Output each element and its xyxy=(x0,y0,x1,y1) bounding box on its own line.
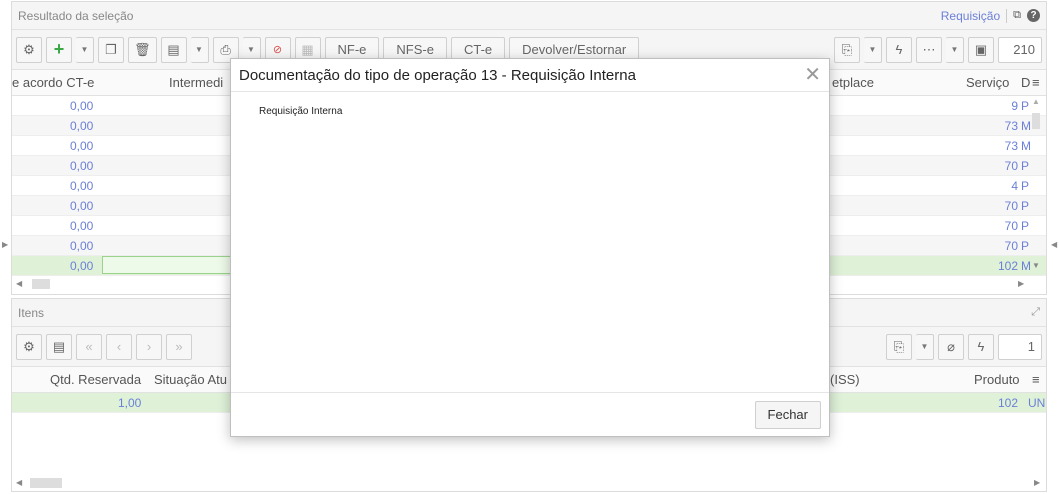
help-icon[interactable]: ? xyxy=(1027,9,1040,22)
scroll-down-arrow-icon[interactable]: ▼ xyxy=(1032,261,1040,270)
list-icon[interactable]: ▤ xyxy=(160,36,187,63)
items-gear-icon[interactable]: ⚙ xyxy=(16,333,42,360)
records-counter[interactable]: 210 xyxy=(998,36,1042,63)
cell-servico: 70 xyxy=(1004,159,1018,173)
selection-result-header: Resultado da seleção Requisição ⧉ ? xyxy=(12,2,1046,30)
cell-d: P xyxy=(1021,199,1030,213)
next-page-icon[interactable]: › xyxy=(136,333,162,360)
column-d[interactable]: D xyxy=(1021,75,1030,90)
items-export-dropdown-chevron-icon[interactable]: ▼ xyxy=(916,333,934,360)
lightning-icon[interactable]: ϟ xyxy=(886,36,912,63)
export-dropdown-chevron-icon[interactable]: ▼ xyxy=(864,36,882,63)
cell-acordo: 0,00 xyxy=(70,99,94,113)
cell-d: P xyxy=(1021,99,1030,113)
vertical-scroll-thumb[interactable] xyxy=(1032,113,1040,129)
scroll-thumb[interactable] xyxy=(32,279,50,289)
export-icon[interactable]: ⎘ xyxy=(834,36,860,63)
cell-acordo: 0,00 xyxy=(70,199,94,213)
left-edge-arrow-icon[interactable]: ▶ xyxy=(2,240,8,249)
app-frame: ▶ ◀ Resultado da seleção Requisição ⧉ ? … xyxy=(0,0,1059,494)
gear-icon[interactable]: ⚙ xyxy=(16,36,42,63)
cell-qtd: 1,00 xyxy=(118,396,142,410)
dialog-header: Documentação do tipo de operação 13 - Re… xyxy=(231,59,829,92)
items-scroll-thumb[interactable] xyxy=(30,478,62,488)
first-page-icon[interactable]: « xyxy=(76,333,102,360)
right-edge-arrow-icon[interactable]: ◀ xyxy=(1051,240,1057,249)
items-lightning-icon[interactable]: ϟ xyxy=(968,333,994,360)
window-icon[interactable]: ⧉ xyxy=(1013,9,1021,22)
dialog-title: Documentação do tipo de operação 13 - Re… xyxy=(239,66,636,84)
last-page-icon[interactable]: » xyxy=(166,333,192,360)
cell-servico: 70 xyxy=(1004,239,1018,253)
column-situacao[interactable]: Situação Atu xyxy=(154,372,227,387)
cell-acordo: 0,00 xyxy=(70,159,94,173)
cell-acordo: 0,00 xyxy=(70,239,94,253)
close-icon[interactable]: ✕ xyxy=(804,65,821,85)
cell-produto: 102 xyxy=(998,396,1019,410)
items-scroll-left-arrow-icon[interactable]: ◀ xyxy=(16,478,22,487)
items-list-icon[interactable]: ▤ xyxy=(46,333,72,360)
cell-d: P xyxy=(1021,239,1030,253)
cell-acordo: 0,00 xyxy=(70,219,94,233)
cell-d: M xyxy=(1021,119,1031,133)
items-export-icon[interactable]: ⎘ xyxy=(886,333,912,360)
previous-page-icon[interactable]: ‹ xyxy=(106,333,132,360)
cell-servico: 102 xyxy=(997,259,1018,273)
column-marketplace[interactable]: etplace xyxy=(832,75,874,90)
items-scroll-right-arrow-icon[interactable]: ▶ xyxy=(1034,478,1040,487)
more-dropdown-chevron-icon[interactable]: ▼ xyxy=(946,36,964,63)
dialog-body: Requisição Interna xyxy=(231,92,829,392)
dialog-footer: Fechar xyxy=(231,392,829,436)
columns-menu-icon[interactable]: ≡ xyxy=(1032,75,1040,90)
cell-acordo: 0,00 xyxy=(70,119,94,133)
vertical-scrollbar[interactable]: ▲ ▼ xyxy=(1031,97,1041,277)
scroll-right-arrow-icon[interactable]: ▶ xyxy=(1018,279,1024,288)
column-intermediador[interactable]: Intermedi xyxy=(169,75,223,90)
close-button[interactable]: Fechar xyxy=(754,400,821,429)
cell-servico: 70 xyxy=(1004,219,1018,233)
cell-servico: 73 xyxy=(1004,119,1018,133)
expand-icon[interactable]: ⤢ xyxy=(1031,306,1040,319)
requisicao-link[interactable]: Requisição xyxy=(941,9,1000,23)
cell-un: UN xyxy=(1028,396,1046,410)
cell-servico: 73 xyxy=(1004,139,1018,153)
scroll-up-arrow-icon[interactable]: ▲ xyxy=(1032,97,1040,106)
cell-servico: 70 xyxy=(1004,199,1018,213)
cell-acordo: 0,00 xyxy=(70,259,94,273)
plus-icon[interactable]: + xyxy=(46,36,72,63)
cell-acordo: 0,00 xyxy=(70,139,94,153)
cell-d: P xyxy=(1021,179,1030,193)
items-columns-menu-icon[interactable]: ≡ xyxy=(1032,372,1040,387)
copy-icon[interactable]: ❐ xyxy=(98,36,124,63)
dialog-body-text: Requisição Interna xyxy=(259,106,343,117)
cell-servico: 9 xyxy=(1011,99,1018,113)
column-produto[interactable]: Produto xyxy=(974,372,1020,387)
column-qtd-reservada[interactable]: Qtd. Reservada xyxy=(50,372,141,387)
cell-acordo: 0,00 xyxy=(70,179,94,193)
paperclip-icon[interactable]: ⌀ xyxy=(938,333,964,360)
trash-icon[interactable]: 🗑 xyxy=(128,36,157,63)
items-horizontal-scrollbar[interactable]: ◀ ▶ xyxy=(12,475,1046,491)
column-servico[interactable]: Serviço xyxy=(966,75,1009,90)
scroll-left-arrow-icon[interactable]: ◀ xyxy=(16,279,22,288)
more-icon[interactable]: ⋯ xyxy=(916,36,942,63)
list-dropdown-chevron-icon[interactable]: ▼ xyxy=(190,36,209,63)
cell-d: M xyxy=(1021,259,1031,273)
items-counter[interactable]: 1 xyxy=(998,333,1042,360)
column-iss[interactable]: (ISS) xyxy=(830,372,860,387)
cell-d: P xyxy=(1021,219,1030,233)
cell-servico: 4 xyxy=(1011,179,1018,193)
items-panel-title: Itens xyxy=(18,305,45,320)
cell-d: M xyxy=(1021,139,1031,153)
add-dropdown-chevron-icon[interactable]: ▼ xyxy=(76,36,94,63)
documentation-dialog: Documentação do tipo de operação 13 - Re… xyxy=(230,58,830,437)
edit-cell[interactable] xyxy=(102,256,242,274)
cell-d: P xyxy=(1021,159,1030,173)
panel-title: Resultado da seleção xyxy=(18,8,134,23)
divider xyxy=(1006,8,1008,23)
column-acordo-cte[interactable]: e acordo CT-e xyxy=(12,75,94,90)
save-icon[interactable]: ▣ xyxy=(968,36,994,63)
